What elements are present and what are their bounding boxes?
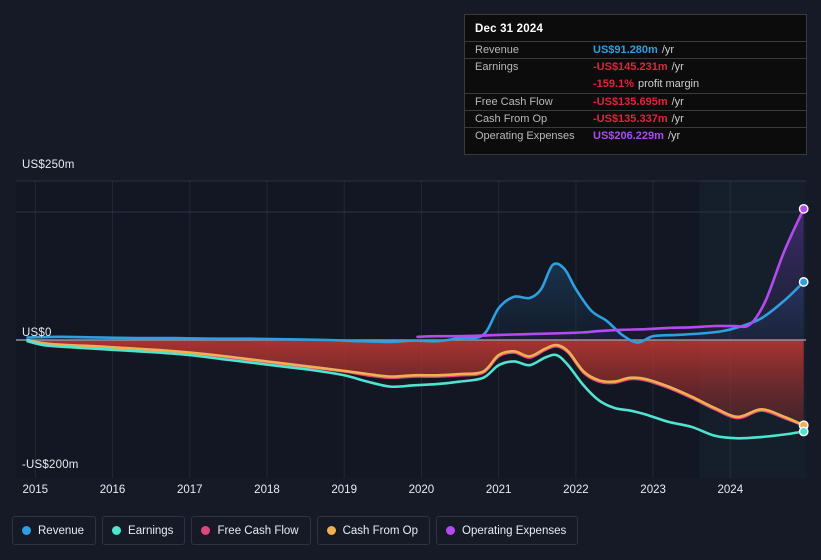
x-axis-label-2021: 2021 [485, 484, 512, 496]
tooltip-row: Revenue US$91.280m/yr [465, 41, 806, 58]
tooltip-row: Operating Expenses US$206.229m/yr [465, 126, 806, 144]
tooltip-row: Cash From Op -US$135.337m/yr [465, 109, 806, 127]
tooltip-row-value: -US$135.695m [593, 95, 668, 108]
x-axis-label-2023: 2023 [640, 484, 666, 496]
tooltip-row-value: -159.1% [593, 77, 634, 90]
legend-color-dot-icon [446, 526, 456, 535]
tooltip-row-unit: /yr [671, 112, 684, 125]
y-axis-label-zero: US$0 [22, 327, 52, 339]
tooltip-row-unit: profit margin [637, 77, 700, 90]
tooltip-row-label: Free Cash Flow [475, 95, 553, 108]
legend-item-label: Earnings [128, 524, 174, 537]
tooltip-row-value: -US$135.337m [593, 112, 668, 125]
tooltip-row-label: Operating Expenses [475, 130, 575, 143]
data-tooltip: Dec 31 2024 Revenue US$91.280m/yr Earnings… [464, 14, 807, 155]
tooltip-row-label: Cash From Op [475, 112, 548, 125]
x-axis: 2015 2016 2017 2018 2019 2020 2021 2022 2023 2024 [0, 484, 821, 504]
legend-item-label: Revenue [38, 524, 85, 537]
tooltip-row: -159.1% profit margin [465, 75, 806, 92]
y-axis-label-top: US$250m [22, 159, 75, 171]
legend-item-operating-expenses[interactable]: Operating Expenses [436, 516, 579, 545]
x-axis-label-2017: 2017 [176, 484, 203, 496]
legend-item-label: Free Cash Flow [217, 524, 299, 537]
legend-item-cash-from-op[interactable]: Cash From Op [316, 516, 431, 545]
tooltip-row-value: US$206.229m [593, 130, 664, 143]
series-endpoint-operating-expenses [798, 203, 809, 214]
tooltip-row-label: Earnings [475, 61, 519, 74]
tooltip-row: Free Cash Flow -US$135.695m/yr [465, 92, 806, 110]
x-axis-label-2022: 2022 [563, 484, 589, 496]
x-axis-label-2016: 2016 [99, 484, 126, 496]
tooltip-row-unit: /yr [661, 44, 675, 57]
legend-item-earnings[interactable]: Earnings [102, 516, 186, 545]
legend-item-free-cash-flow[interactable]: Free Cash Flow [191, 516, 311, 545]
y-axis-label-bottom: -US$200m [22, 459, 79, 471]
tooltip-row-unit: /yr [671, 61, 684, 74]
legend-color-dot-icon [326, 526, 336, 535]
tooltip-row-value: -US$145.231m [593, 61, 668, 74]
tooltip-date: Dec 31 2024 [475, 23, 544, 35]
x-axis-label-2019: 2019 [331, 484, 357, 496]
legend-color-dot-icon [112, 526, 122, 535]
x-axis-label-2020: 2020 [408, 484, 435, 496]
tooltip-row-unit: /yr [667, 130, 681, 143]
legend-color-dot-icon [201, 526, 211, 535]
x-axis-label-2018: 2018 [254, 484, 280, 496]
tooltip-row-unit: /yr [671, 95, 684, 108]
x-axis-label-2024: 2024 [717, 484, 744, 496]
tooltip-row-value: US$91.280m [593, 44, 658, 57]
series-endpoint-earnings [798, 426, 809, 437]
legend-item-label: Operating Expenses [462, 524, 567, 537]
x-axis-label-2015: 2015 [22, 484, 49, 496]
series-endpoint-revenue [798, 277, 809, 287]
legend-item-revenue[interactable]: Revenue [12, 516, 97, 545]
tooltip-row: Earnings -US$145.231m/yr [465, 58, 806, 75]
chart-screenshot: US$250m US$0 -US$200m 2015 2016 2017 2018 20… [0, 0, 821, 560]
legend-color-dot-icon [22, 526, 31, 535]
tooltip-row-label: Revenue [475, 44, 520, 57]
legend-item-label: Cash From Op [342, 524, 419, 537]
chart-legend: Revenue Earnings Free Cash Flow Cash From O… [12, 516, 579, 545]
tooltip-rows: Revenue US$91.280m/yr Earnings -US$145.231m… [465, 41, 806, 144]
